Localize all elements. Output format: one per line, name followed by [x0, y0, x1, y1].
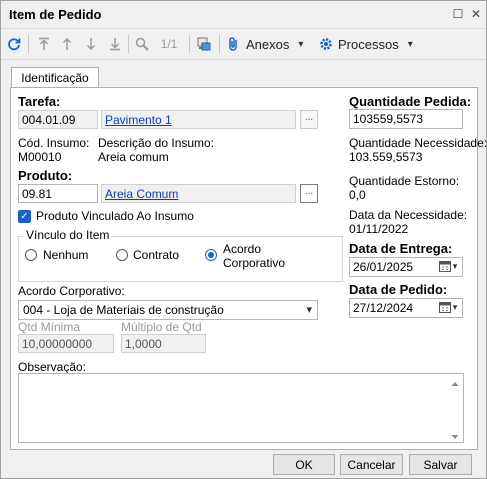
produto-vinculado-label: Produto Vinculado Ao Insumo — [36, 209, 194, 223]
acordo-select[interactable]: 004 - Loja de Materiais de construção ▾ — [18, 300, 318, 320]
restore-button[interactable]: ☐ — [450, 6, 466, 22]
data-pedido-calendar-button[interactable]: ▾ — [435, 300, 461, 315]
first-record-button[interactable] — [36, 35, 52, 53]
ok-button[interactable]: OK — [273, 454, 335, 475]
window-title: Item de Pedido — [9, 7, 102, 22]
vinculo-contrato-label: Contrato — [133, 248, 180, 262]
data-entrega-calendar-button[interactable]: ▾ — [435, 259, 461, 274]
toolbar-separator — [219, 35, 220, 53]
observacao-scrollbar[interactable] — [447, 374, 463, 442]
arrow-up-icon — [62, 37, 72, 50]
multiplo-field[interactable]: 1,0000 — [121, 334, 206, 353]
scroll-down-icon — [451, 435, 459, 439]
acordo-label: Acordo Corporativo: — [18, 284, 125, 298]
tarefa-description-link[interactable]: Pavimento 1 — [105, 113, 172, 127]
produto-lookup-button[interactable]: ... — [300, 184, 318, 203]
data-pedido-value: 27/12/2024 — [353, 301, 414, 315]
cancel-button[interactable]: Cancelar — [340, 454, 403, 475]
chevron-down-icon: ▾ — [452, 302, 458, 312]
title-bar: Item de Pedido ☐ ✕ — [1, 1, 486, 29]
tarefa-description-field[interactable]: Pavimento 1 — [101, 110, 296, 129]
vinculo-acordo-label-line2: Corporativo — [223, 256, 286, 270]
last-record-button[interactable] — [107, 35, 123, 53]
observacao-label: Observação: — [18, 360, 87, 374]
observacao-textarea[interactable] — [18, 373, 464, 443]
identificacao-panel: Tarefa: 004.01.09 Pavimento 1 ... Cód. I… — [10, 87, 487, 450]
multiplo-label: Múltiplo de Qtd — [121, 320, 202, 334]
arrow-last-icon — [110, 38, 120, 51]
data-pedido-field[interactable]: 27/12/2024 ▾ — [349, 298, 463, 318]
cod-insumo-value: M00010 — [18, 150, 62, 164]
calendar-icon — [438, 261, 451, 272]
descricao-insumo-value: Areia comum — [98, 150, 169, 164]
item-pedido-window: Item de Pedido ☐ ✕ 1/1 Anexos ▾ Processo… — [0, 0, 487, 479]
tarefa-label: Tarefa: — [18, 94, 61, 109]
paperclip-icon — [229, 37, 237, 51]
produto-code-field[interactable]: 09.81 — [18, 184, 98, 203]
tarefa-code-field[interactable]: 004.01.09 — [18, 110, 98, 129]
quantidade-estorno-value: 0,0 — [349, 188, 366, 202]
data-pedido-label: Data de Pedido: — [349, 282, 448, 297]
data-necessidade-value: 01/11/2022 — [349, 222, 409, 236]
toolbar-separator — [128, 35, 129, 53]
close-button[interactable]: ✕ — [468, 6, 484, 22]
chevron-down-icon: ▾ — [452, 261, 458, 271]
caret-down-icon: ▾ — [298, 38, 304, 50]
quantidade-pedida-label: Quantidade Pedida: — [349, 94, 472, 109]
restore-icon: ☐ — [452, 7, 464, 21]
toolbar-separator — [28, 35, 29, 53]
data-entrega-field[interactable]: 26/01/2025 ▾ — [349, 257, 463, 277]
save-button[interactable]: Salvar — [409, 454, 472, 475]
scroll-up-icon — [451, 382, 459, 386]
refresh-icon — [8, 38, 21, 51]
transfer-icon — [197, 37, 211, 51]
search-button[interactable] — [134, 35, 150, 53]
tarefa-lookup-button[interactable]: ... — [300, 110, 318, 129]
arrow-first-icon — [39, 37, 49, 50]
anexos-label: Anexos — [246, 36, 290, 52]
data-entrega-label: Data de Entrega: — [349, 241, 453, 256]
processos-menu[interactable]: Processos ▾ — [319, 35, 419, 53]
produto-label: Produto: — [18, 168, 73, 183]
quantidade-pedida-field[interactable]: 103559,5573 — [349, 109, 463, 129]
calendar-icon — [438, 302, 451, 313]
arrow-down-icon — [86, 38, 96, 51]
produto-description-link[interactable]: Areia Comum — [105, 187, 178, 201]
toolbar-separator — [189, 35, 190, 53]
anexos-menu[interactable]: Anexos ▾ — [227, 35, 317, 53]
transfer-button[interactable] — [195, 35, 213, 53]
descricao-insumo-label: Descrição do Insumo: — [98, 136, 215, 150]
data-necessidade-label: Data da Necessidade: — [349, 208, 468, 222]
quantidade-necessidade-value: 103.559,5573 — [349, 150, 423, 164]
gear-icon — [320, 38, 332, 50]
refresh-button[interactable] — [6, 35, 22, 53]
page-indicator: 1/1 — [160, 37, 178, 51]
vinculo-acordo-radio[interactable] — [205, 249, 217, 261]
previous-record-button[interactable] — [59, 35, 75, 53]
next-record-button[interactable] — [83, 35, 99, 53]
vinculo-nenhum-radio[interactable] — [25, 249, 37, 261]
caret-down-icon: ▾ — [407, 38, 413, 50]
quantidade-necessidade-label: Quantidade Necessidade: — [349, 136, 487, 150]
close-icon: ✕ — [470, 7, 482, 21]
data-entrega-value: 26/01/2025 — [353, 260, 414, 274]
processos-label: Processos — [338, 36, 399, 52]
search-icon — [135, 37, 149, 51]
vinculo-legend: Vínculo do Item — [24, 228, 112, 242]
toolbar: 1/1 Anexos ▾ Processos ▾ — [1, 29, 486, 60]
qtd-minima-field[interactable]: 10,00000000 — [18, 334, 114, 353]
tab-identificacao[interactable]: Identificação — [11, 67, 99, 88]
qtd-minima-label: Qtd Mínima — [18, 320, 81, 334]
chevron-down-icon: ▾ — [306, 304, 312, 316]
produto-vinculado-checkbox[interactable]: ✓ — [18, 210, 31, 223]
produto-description-field[interactable]: Areia Comum — [101, 184, 296, 203]
vinculo-contrato-radio[interactable] — [116, 249, 128, 261]
vinculo-nenhum-label: Nenhum — [43, 248, 89, 262]
quantidade-estorno-label: Quantidade Estorno: — [349, 174, 460, 188]
vinculo-acordo-label-line1: Acordo — [223, 242, 262, 256]
cod-insumo-label: Cód. Insumo: — [18, 136, 90, 150]
acordo-select-value: 004 - Loja de Materiais de construção — [23, 303, 224, 317]
